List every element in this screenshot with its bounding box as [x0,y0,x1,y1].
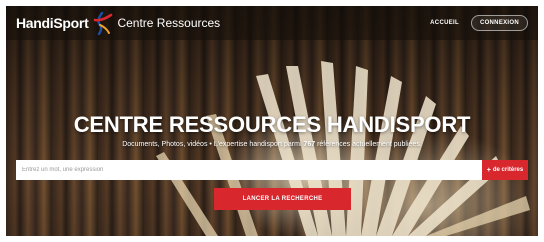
search-input[interactable] [16,160,482,180]
top-navigation-bar: HandiSport Centre Ressources ACCUEIL CON… [6,6,538,40]
subtitle-suffix: références actuellement publiées. [315,141,422,148]
site-name: Centre Ressources [117,16,221,30]
main-nav: ACCUEIL CONNEXION [424,15,528,31]
more-criteria-button[interactable]: + de critères [482,160,528,180]
hero-banner: HandiSport Centre Ressources ACCUEIL CON… [6,6,538,236]
login-button[interactable]: CONNEXION [470,15,528,31]
plus-icon: + [486,166,491,174]
handisport-figure-icon [94,11,113,35]
launch-search-button[interactable]: LANCER LA RECHERCHE [214,188,351,210]
subtitle-prefix: Documents, Photos, vidéos • L'expertise … [122,141,304,148]
search-bar: + de critères [16,160,528,180]
logo-wordmark: HandiSport [16,15,89,31]
nav-home-link[interactable]: ACCUEIL [424,17,465,29]
reference-count: 767 [303,141,316,148]
page-title: CENTRE RESSOURCES HANDISPORT [73,112,471,137]
more-criteria-label: de critères [492,167,524,173]
page-subtitle: Documents, Photos, vidéos • L'expertise … [6,141,538,148]
logo[interactable]: HandiSport [16,11,113,35]
